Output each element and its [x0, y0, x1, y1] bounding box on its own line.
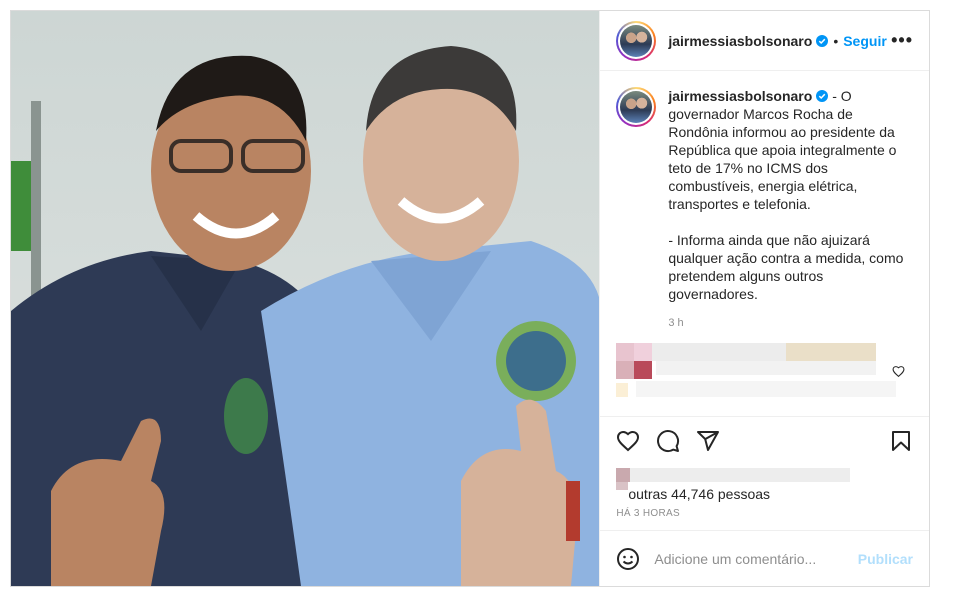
like-button[interactable]	[608, 421, 648, 461]
post-body: jairmessiasbolsonaro - O governador Marc…	[600, 71, 929, 416]
bookmark-icon	[892, 430, 910, 451]
header-username[interactable]: jairmessiasbolsonaro	[668, 33, 812, 49]
follow-button[interactable]: Seguir	[843, 33, 887, 49]
heart-icon	[617, 430, 640, 451]
caption-body: - O governador Marcos Rocha de Rondônia …	[668, 88, 904, 302]
comment-input[interactable]	[654, 550, 858, 567]
save-button[interactable]	[881, 421, 921, 461]
like-comment-icon[interactable]	[892, 365, 905, 378]
likes-section: outras 44,746 pessoas	[600, 464, 929, 504]
publish-button[interactable]: Publicar	[858, 551, 913, 567]
avatar[interactable]	[616, 20, 657, 61]
post-timestamp[interactable]: HÁ 3 HORAS	[600, 504, 929, 530]
blurred-comment	[616, 343, 913, 409]
caption-time[interactable]: 3 h	[668, 317, 913, 329]
post-header: jairmessiasbolsonaro • Seguir •••	[600, 11, 929, 71]
likes-count[interactable]: outras 44,746 pessoas	[628, 486, 770, 502]
caption-username[interactable]: jairmessiasbolsonaro	[668, 88, 812, 104]
verified-badge-icon	[816, 34, 829, 47]
caption: jairmessiasbolsonaro - O governador Marc…	[616, 87, 913, 303]
post-sidebar: jairmessiasbolsonaro • Seguir ••• jairme…	[599, 11, 929, 586]
action-bar	[600, 416, 929, 464]
caption-text: jairmessiasbolsonaro - O governador Marc…	[668, 87, 908, 303]
verified-badge-icon	[816, 90, 829, 102]
share-button[interactable]	[688, 421, 728, 461]
separator-dot: •	[833, 32, 839, 49]
post-photo[interactable]	[11, 11, 600, 586]
post-photo-illustration	[11, 11, 600, 586]
comment-icon	[657, 429, 680, 452]
emoji-icon[interactable]	[616, 547, 640, 571]
comment-box: Publicar	[600, 530, 929, 586]
caption-avatar[interactable]	[616, 87, 657, 127]
share-icon	[697, 430, 720, 451]
instagram-post: jairmessiasbolsonaro • Seguir ••• jairme…	[10, 10, 930, 587]
more-options-icon[interactable]: •••	[891, 30, 913, 51]
comment-button[interactable]	[648, 421, 688, 461]
